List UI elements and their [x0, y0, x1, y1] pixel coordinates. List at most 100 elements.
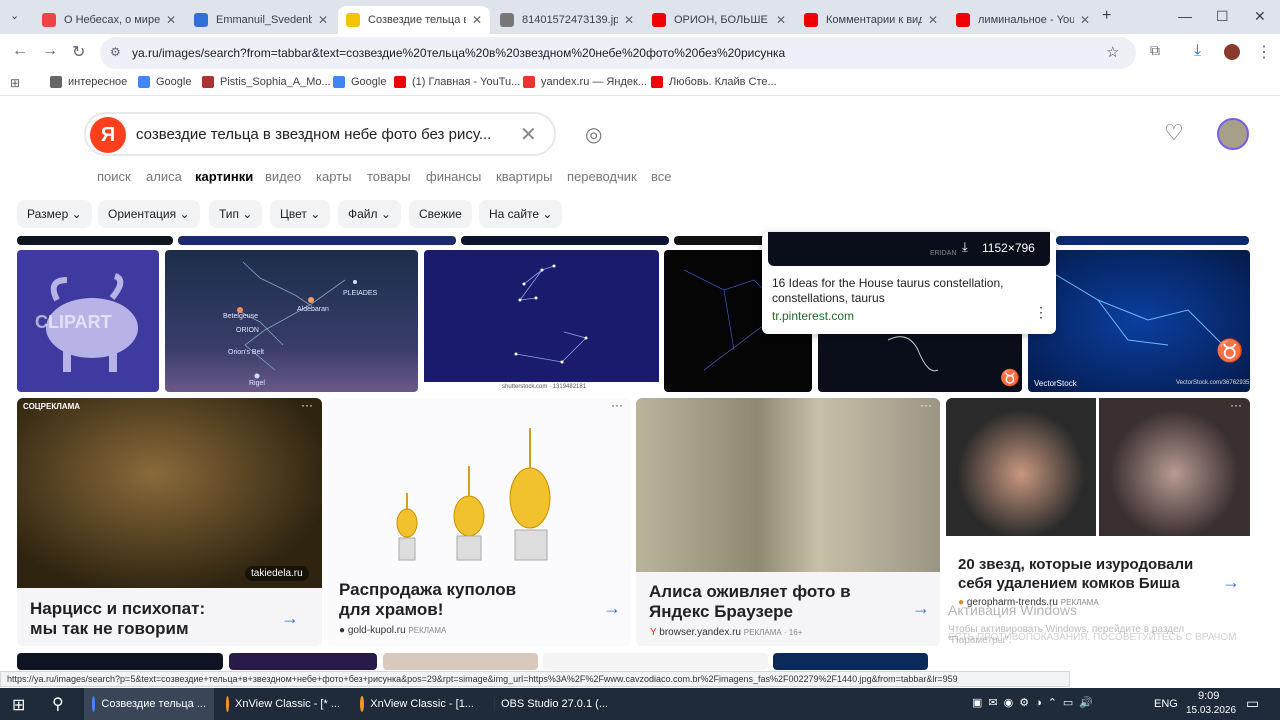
image-tile-strip[interactable]: [674, 236, 768, 245]
address-bar[interactable]: ⚙ ya.ru/images/search?from=tabbar&text=с…: [100, 37, 1136, 69]
search-icon[interactable]: ⚲: [52, 694, 64, 714]
tab-2[interactable]: Созвездие тельца в ✕: [338, 6, 490, 34]
image-tile-row3[interactable]: [17, 653, 223, 670]
bookmark-item[interactable]: Google: [333, 76, 386, 88]
bookmark-item[interactable]: Google: [138, 76, 191, 88]
new-tab-button[interactable]: +: [1102, 7, 1111, 25]
tab-1[interactable]: Emmanuil_Svedenbo ✕: [186, 6, 336, 34]
source-domain[interactable]: gold-kupol.ru: [348, 625, 406, 636]
ad-card-gold-kupol[interactable]: ··· Распродажа куполов для храмов! ● gol…: [327, 398, 631, 646]
service-tab-5[interactable]: товары: [367, 169, 411, 184]
profile-avatar[interactable]: [1224, 44, 1240, 60]
ad-card-geropharm[interactable]: ··· 20 звезд, которые изуродовали себя у…: [946, 398, 1250, 646]
popup-source[interactable]: tr.pinterest.com: [772, 309, 854, 323]
bookmark-star-icon[interactable]: ☆: [1106, 43, 1119, 61]
more-options-icon[interactable]: ···: [611, 398, 623, 412]
orion-taurus-sky-image[interactable]: PLEIADES Aldebaran Betelgeuse ORION Orio…: [165, 250, 418, 392]
service-tab-6[interactable]: финансы: [426, 169, 481, 184]
download-icon[interactable]: ⤓: [962, 239, 968, 255]
image-tile-strip[interactable]: [178, 236, 456, 245]
service-tab-0[interactable]: поиск: [97, 169, 131, 184]
service-tab-7[interactable]: квартиры: [496, 169, 552, 184]
shutterstock-constellation-image[interactable]: shutterstock.com · 1319482181: [424, 250, 659, 392]
clear-search-icon[interactable]: ✕: [520, 122, 537, 147]
taskbar-app-1[interactable]: XnView Classic - [* ...: [218, 688, 348, 720]
bookmark-item[interactable]: Любовь. Клайв Сте...: [651, 76, 777, 88]
ad-source[interactable]: ● gold-kupol.ru РЕКЛАМА: [339, 625, 446, 636]
notification-icon[interactable]: ▭: [1246, 695, 1259, 712]
image-tile-row3[interactable]: [383, 653, 538, 670]
bookmark-item[interactable]: yandex.ru — Яндек...: [523, 76, 647, 88]
arrow-icon[interactable]: →: [912, 598, 930, 619]
menu-icon[interactable]: ⋮: [1256, 42, 1272, 62]
url-text[interactable]: ya.ru/images/search?from=tabbar&text=соз…: [132, 46, 785, 60]
tab-4[interactable]: ОРИОН, БОЛЬШЕ Ч ✕: [644, 6, 794, 34]
filter-button-3[interactable]: Цвет ⌄: [270, 200, 331, 228]
tab-3[interactable]: 81401572473139.jpg ✕: [492, 6, 642, 34]
search-input[interactable]: созвездие тельца в звездном небе фото бе…: [136, 126, 491, 143]
more-options-icon[interactable]: ···: [301, 398, 313, 412]
tab-close-icon[interactable]: ✕: [928, 13, 938, 27]
filter-button-5[interactable]: Свежие: [409, 200, 472, 228]
service-tab-2[interactable]: картинки: [195, 169, 253, 184]
reload-button[interactable]: ↻: [72, 42, 85, 62]
filter-button-1[interactable]: Ориентация ⌄: [98, 200, 200, 228]
bookmark-item[interactable]: (1) Главная - YouTu...: [394, 76, 520, 88]
tab-close-icon[interactable]: ✕: [472, 13, 482, 27]
taskbar-app-0[interactable]: Созвездие тельца ...: [84, 688, 214, 720]
tab-close-icon[interactable]: ✕: [1080, 13, 1090, 27]
clock-date[interactable]: 15.03.2026: [1186, 705, 1236, 716]
filter-button-0[interactable]: Размер ⌄: [17, 200, 92, 228]
more-options-icon[interactable]: ⋮: [1034, 304, 1048, 321]
maximize-button[interactable]: ☐: [1216, 8, 1229, 25]
image-tile-row3[interactable]: [773, 653, 928, 670]
service-tab-1[interactable]: алиса: [146, 169, 182, 184]
filter-button-4[interactable]: Файл ⌄: [338, 200, 401, 228]
image-preview-popup[interactable]: ERIDAN ⤓ 1152×796 16 Ideas for the House…: [762, 232, 1056, 334]
filter-button-6[interactable]: На сайте ⌄: [479, 200, 563, 228]
image-tile-strip[interactable]: [461, 236, 669, 245]
tab-5[interactable]: Комментарии к вид ✕: [796, 6, 946, 34]
taskbar-app-2[interactable]: XnView Classic - [1...: [352, 688, 482, 720]
forward-button[interactable]: →: [42, 42, 58, 60]
ad-card-yandex-browser[interactable]: ··· Алиса оживляет фото в Яндекс Браузер…: [636, 398, 940, 646]
tab-0[interactable]: О Небесах, о мире д ✕: [34, 6, 184, 34]
search-box[interactable]: Я созвездие тельца в звездном небе фото …: [84, 112, 556, 156]
back-button[interactable]: ←: [12, 42, 28, 60]
ad-source[interactable]: Y browser.yandex.ru РЕКЛАМА · 16+: [650, 627, 802, 638]
popup-title[interactable]: 16 Ideas for the House taurus constellat…: [772, 276, 1022, 306]
site-info-icon[interactable]: ⚙: [110, 45, 121, 59]
bookmark-item[interactable]: интересное: [50, 76, 127, 88]
service-tab-9[interactable]: все: [651, 169, 672, 184]
camera-search-icon[interactable]: ◎: [585, 122, 602, 147]
minimize-button[interactable]: —: [1178, 8, 1192, 24]
service-tab-4[interactable]: карты: [316, 169, 351, 184]
tab-search-icon[interactable]: ⌄: [10, 9, 19, 22]
apps-icon[interactable]: ⊞: [10, 76, 20, 90]
ad-title[interactable]: Алиса оживляет фото в Яндекс Браузере: [649, 582, 869, 622]
close-window-button[interactable]: ✕: [1254, 8, 1266, 25]
service-tab-3[interactable]: видео: [265, 169, 301, 184]
bookmark-item[interactable]: Pistis_Sophia_A_Mo...: [202, 76, 331, 88]
ad-title[interactable]: Нарцисс и психопат: мы так не говорим: [30, 599, 230, 639]
tab-6[interactable]: лиминальное - YouT ✕: [948, 6, 1098, 34]
taurus-clipart-image[interactable]: CLIPART: [17, 250, 159, 392]
tab-close-icon[interactable]: ✕: [776, 13, 786, 27]
extensions-icon[interactable]: ⧉: [1150, 42, 1160, 59]
tab-close-icon[interactable]: ✕: [624, 13, 634, 27]
vectorstock-taurus-image[interactable]: ♉ VectorStock VectorStock.com/36762935: [1028, 250, 1250, 392]
tab-close-icon[interactable]: ✕: [166, 13, 176, 27]
arrow-icon[interactable]: →: [281, 608, 299, 629]
download-icon[interactable]: ⤓: [1194, 42, 1201, 60]
favorites-heart-icon[interactable]: ♡: [1164, 120, 1184, 146]
arrow-icon[interactable]: →: [603, 598, 621, 619]
arrow-icon[interactable]: →: [1222, 572, 1240, 593]
tab-close-icon[interactable]: ✕: [318, 13, 328, 27]
taskbar-app-3[interactable]: OBS Studio 27.0.1 (...: [486, 688, 616, 720]
service-tab-8[interactable]: переводчик: [567, 169, 637, 184]
ad-card-takiedela[interactable]: СОЦРЕКЛАМА ··· takiedela.ru Нарцисс и пс…: [17, 398, 322, 646]
system-tray-icons[interactable]: ▣✉◉⚙◑⌃▭🔊: [972, 696, 1099, 709]
ad-title[interactable]: Распродажа куполов для храмов!: [339, 580, 549, 620]
image-tile-row3[interactable]: [543, 653, 768, 670]
image-tile-strip[interactable]: [17, 236, 173, 245]
